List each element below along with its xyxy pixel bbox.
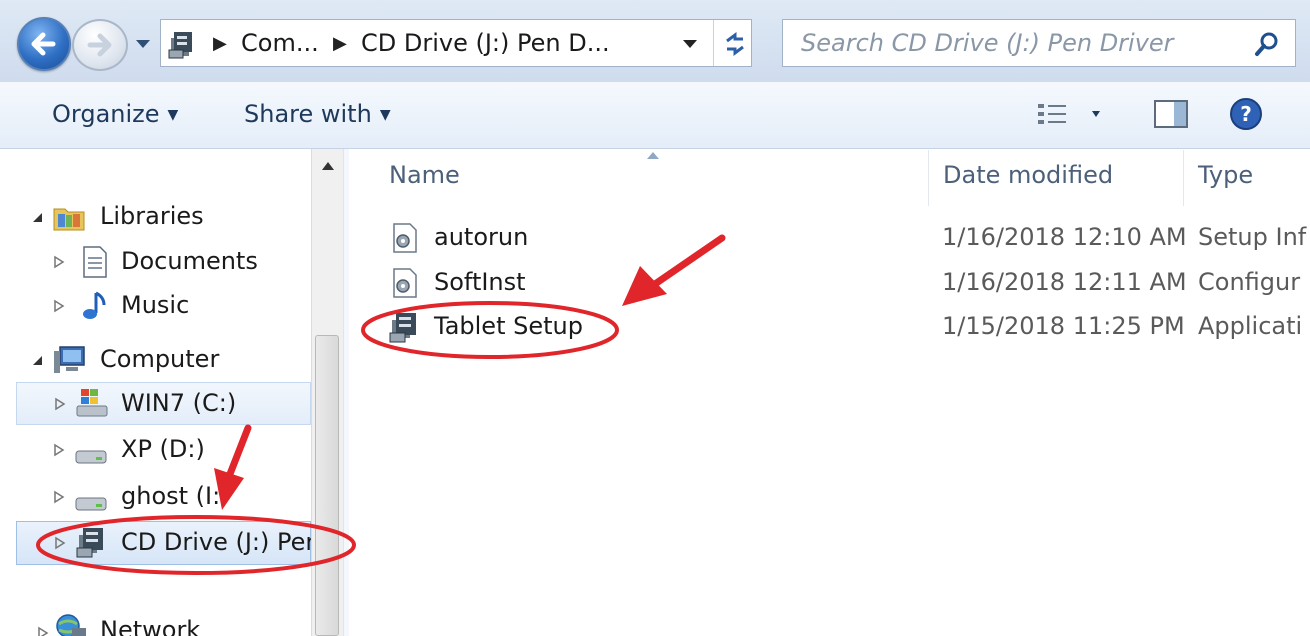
column-header-name[interactable]: Name xyxy=(389,161,460,189)
tree-item-network[interactable]: Network xyxy=(30,610,310,636)
expanded-arrow-icon[interactable] xyxy=(30,353,44,367)
tree-item-label: CD Drive (J:) Pen xyxy=(121,528,321,556)
music-note-icon xyxy=(83,291,106,319)
forward-arrow-icon xyxy=(87,33,112,57)
navigation-scrollbar[interactable] xyxy=(311,149,343,636)
setup-application-icon xyxy=(389,313,416,343)
file-date: 1/15/2018 11:25 PM xyxy=(942,312,1185,340)
file-name: SoftInst xyxy=(434,268,526,296)
breadcrumb-cd-drive[interactable]: CD Drive (J:) Pen D... xyxy=(361,29,610,57)
cd-drive-icon xyxy=(168,32,192,59)
setup-info-icon xyxy=(393,223,417,253)
address-divider xyxy=(713,20,714,66)
share-with-label: Share with xyxy=(244,100,372,128)
organize-caret-icon: ▼ xyxy=(167,107,179,123)
config-settings-icon xyxy=(393,268,417,298)
recent-pages-dropdown-icon[interactable] xyxy=(133,34,153,54)
file-row-tablet-setup[interactable]: Tablet Setup 1/15/2018 11:25 PM Applicat… xyxy=(388,308,1310,348)
computer-icon xyxy=(54,346,85,373)
file-row-autorun[interactable]: autorun 1/16/2018 12:10 AM Setup Inf xyxy=(388,219,1310,259)
search-icon[interactable] xyxy=(1253,30,1281,58)
search-input[interactable]: Search CD Drive (J:) Pen Driver xyxy=(801,29,1174,57)
hard-drive-icon xyxy=(75,450,107,464)
organize-label: Organize xyxy=(52,100,160,128)
documents-icon xyxy=(83,246,107,278)
collapsed-arrow-icon[interactable] xyxy=(52,299,66,313)
share-caret-icon: ▼ xyxy=(379,107,391,123)
address-bar-area: ▶ Com... ▶ CD Drive (J:) Pen D... Search… xyxy=(0,0,1310,83)
file-type: Applicati xyxy=(1198,312,1303,340)
breadcrumb-computer[interactable]: Com... xyxy=(241,29,319,57)
tree-item-label: Music xyxy=(121,291,190,319)
tree-item-cd-drive[interactable]: CD Drive (J:) Pen xyxy=(16,521,321,565)
tree-item-label: Documents xyxy=(121,247,258,275)
tree-item-label: WIN7 (C:) xyxy=(121,389,237,417)
windows-drive-icon xyxy=(76,389,108,417)
tree-item-documents[interactable]: Documents xyxy=(52,243,310,283)
preview-pane-icon[interactable] xyxy=(1152,98,1192,130)
tree-item-xp[interactable]: XP (D:) xyxy=(52,431,310,471)
sort-ascending-icon xyxy=(647,152,659,159)
tree-item-label: Computer xyxy=(100,345,220,373)
tree-item-libraries[interactable]: Libraries xyxy=(30,198,310,238)
tree-item-label: XP (D:) xyxy=(121,435,205,463)
collapsed-arrow-icon[interactable] xyxy=(36,626,50,636)
share-with-button[interactable]: Share with ▼ xyxy=(244,100,391,128)
column-header-type[interactable]: Type xyxy=(1198,161,1253,189)
hard-drive-icon xyxy=(75,497,107,511)
column-divider[interactable] xyxy=(928,150,929,206)
tree-item-music[interactable]: Music xyxy=(52,287,310,327)
tree-item-computer[interactable]: Computer xyxy=(30,341,310,381)
collapsed-arrow-icon[interactable] xyxy=(52,443,66,457)
expanded-arrow-icon[interactable] xyxy=(30,210,44,224)
file-type: Setup Inf xyxy=(1198,223,1307,251)
scroll-thumb[interactable] xyxy=(315,335,339,636)
column-header-date[interactable]: Date modified xyxy=(943,161,1113,189)
file-type: Configur xyxy=(1198,268,1301,296)
file-name: Tablet Setup xyxy=(434,312,583,340)
refresh-icon[interactable] xyxy=(721,30,749,58)
scroll-up-arrow-icon[interactable] xyxy=(320,159,336,173)
file-date: 1/16/2018 12:10 AM xyxy=(942,223,1187,251)
forward-button[interactable] xyxy=(72,19,128,71)
file-row-softinst[interactable]: SoftInst 1/16/2018 12:11 AM Configur xyxy=(388,264,1310,304)
change-view-icon[interactable] xyxy=(1036,100,1106,130)
collapsed-arrow-icon[interactable] xyxy=(53,536,67,550)
address-field[interactable]: ▶ Com... ▶ CD Drive (J:) Pen D... xyxy=(160,19,752,67)
libraries-folder-icon xyxy=(53,208,85,231)
network-globe-icon xyxy=(56,614,86,636)
breadcrumb-separator: ▶ xyxy=(333,33,347,54)
tree-item-label: Libraries xyxy=(100,202,204,230)
collapsed-arrow-icon[interactable] xyxy=(52,490,66,504)
tree-item-win7[interactable]: WIN7 (C:) xyxy=(16,382,311,425)
cd-drive-icon xyxy=(76,528,103,558)
back-arrow-icon xyxy=(31,32,56,56)
file-date: 1/16/2018 12:11 AM xyxy=(942,268,1187,296)
address-dropdown-icon[interactable] xyxy=(681,36,699,52)
tree-item-ghost[interactable]: ghost (I:) xyxy=(52,478,310,518)
help-icon[interactable]: ? xyxy=(1228,96,1264,132)
svg-text:?: ? xyxy=(1240,102,1252,126)
collapsed-arrow-icon[interactable] xyxy=(52,255,66,269)
column-divider[interactable] xyxy=(1183,150,1184,206)
back-button[interactable] xyxy=(17,17,71,71)
breadcrumb-separator: ▶ xyxy=(213,33,227,54)
organize-button[interactable]: Organize ▼ xyxy=(52,100,178,128)
tree-item-label: ghost (I:) xyxy=(121,482,230,510)
file-name: autorun xyxy=(434,223,529,251)
command-bar: Organize ▼ Share with ▼ ? xyxy=(0,82,1310,149)
search-field[interactable]: Search CD Drive (J:) Pen Driver xyxy=(782,19,1296,67)
collapsed-arrow-icon[interactable] xyxy=(53,397,67,411)
tree-item-label: Network xyxy=(100,616,201,636)
